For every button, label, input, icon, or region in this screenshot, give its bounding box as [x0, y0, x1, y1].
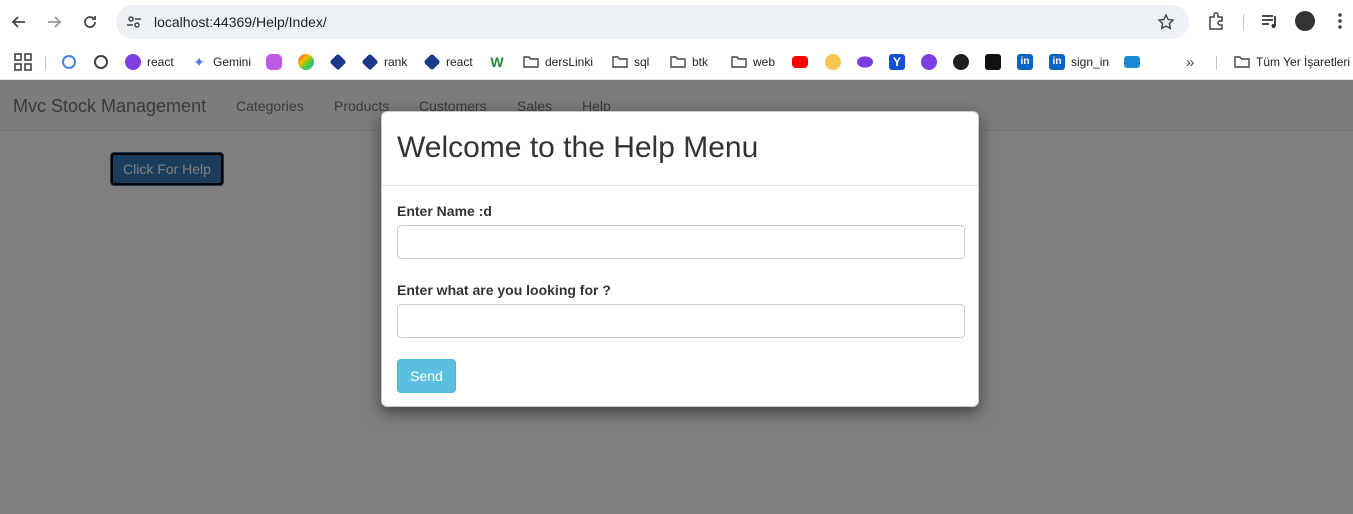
- site-settings-icon[interactable]: [126, 14, 142, 35]
- w-bookmark-icon[interactable]: W: [489, 52, 511, 72]
- bookmark-label: react: [147, 55, 174, 69]
- bookmark-folder-sql[interactable]: sql: [612, 52, 649, 72]
- page-viewport: Mvc Stock Management Categories Products…: [0, 80, 1353, 514]
- help-modal: Welcome to the Help Menu Enter Name :d E…: [381, 111, 979, 407]
- bookmarks-divider: [1216, 56, 1217, 70]
- modal-header: Welcome to the Help Menu: [382, 112, 978, 186]
- video-bookmark-icon[interactable]: [1124, 52, 1146, 72]
- dark-bookmark-icon[interactable]: [985, 52, 1007, 72]
- all-bookmarks-label: Tüm Yer İşaretleri: [1256, 55, 1351, 69]
- google-bookmark-icon[interactable]: [62, 52, 82, 72]
- bookmark-label: dersLinki: [545, 55, 594, 69]
- bookmark-label: web: [753, 55, 776, 69]
- yellow-circle-bookmark-icon[interactable]: [825, 52, 847, 72]
- toolbar-divider: [1243, 14, 1244, 30]
- react-bookmark-icon: [125, 54, 141, 70]
- bookmark-folder-web[interactable]: web: [731, 52, 775, 72]
- bookmark-label: rank: [384, 55, 408, 69]
- planet-bookmark-icon[interactable]: [857, 52, 879, 72]
- address-bar[interactable]: localhost:44369/Help/Index/: [116, 5, 1189, 39]
- reload-icon[interactable]: [78, 10, 102, 34]
- url-text[interactable]: localhost:44369/Help/Index/: [154, 14, 327, 30]
- bookmark-label: btk: [692, 55, 709, 69]
- modal-title: Welcome to the Help Menu: [397, 131, 759, 164]
- bookmark-react-2[interactable]: react: [423, 52, 473, 72]
- name-input[interactable]: [397, 225, 965, 259]
- bookmark-folder-btk[interactable]: btk: [670, 52, 708, 72]
- all-bookmarks-folder[interactable]: Tüm Yer İşaretleri: [1234, 52, 1350, 72]
- folder-icon: [670, 56, 686, 68]
- profile-avatar[interactable]: [1295, 11, 1315, 31]
- bookmark-sign-in[interactable]: in sign_in: [1049, 52, 1109, 72]
- linkedin-bookmark-icon[interactable]: in: [1017, 52, 1039, 72]
- forward-icon[interactable]: [42, 10, 66, 34]
- diamond-bookmark-icon[interactable]: [329, 52, 352, 72]
- folder-icon: [612, 56, 628, 68]
- bookmark-folder-derslinki[interactable]: dersLinki: [523, 52, 593, 72]
- query-label: Enter what are you looking for ?: [397, 282, 611, 298]
- youtube-bookmark-icon[interactable]: [792, 52, 814, 72]
- folder-icon: [523, 56, 539, 68]
- yoast-bookmark-icon[interactable]: Y: [889, 52, 911, 72]
- bookmark-star-icon[interactable]: [1157, 13, 1175, 36]
- purple-bookmark-icon[interactable]: [921, 52, 943, 72]
- bookmark-rank[interactable]: rank: [361, 52, 408, 72]
- github-bookmark-icon[interactable]: [953, 52, 975, 72]
- react-bookmark-icon: [423, 53, 441, 71]
- name-label: Enter Name :d: [397, 203, 492, 219]
- bookmark-label: sign_in: [1071, 55, 1110, 69]
- bookmark-gemini[interactable]: ✦ Gemini: [191, 52, 251, 72]
- apps-grid-icon[interactable]: [14, 52, 32, 72]
- copilot-bookmark-icon[interactable]: [266, 52, 288, 72]
- colorful-bookmark-icon[interactable]: [298, 52, 320, 72]
- menu-kebab-icon[interactable]: [1330, 11, 1350, 36]
- browser-toolbar: localhost:44369/Help/Index/: [0, 0, 1353, 44]
- bookmark-react-1[interactable]: react: [125, 52, 174, 72]
- folder-icon: [1234, 56, 1250, 68]
- rank-bookmark-icon: [361, 53, 379, 71]
- back-icon[interactable]: [7, 10, 31, 34]
- gemini-sparkle-icon: ✦: [191, 54, 207, 70]
- folder-icon: [731, 56, 747, 68]
- bookmark-label: Gemini: [213, 55, 252, 69]
- bookmarks-bar: react ✦ Gemini rank react W dersLinki sql…: [0, 44, 1353, 80]
- media-control-icon[interactable]: [1260, 11, 1280, 36]
- bookmark-label: sql: [634, 55, 650, 69]
- extensions-icon[interactable]: [1206, 11, 1226, 36]
- send-button[interactable]: Send: [397, 359, 456, 393]
- more-bookmarks-chevron-icon[interactable]: »: [1186, 52, 1194, 72]
- query-input[interactable]: [397, 304, 965, 338]
- linkedin-icon: in: [1049, 54, 1065, 70]
- chatgpt-bookmark-icon[interactable]: [94, 52, 114, 72]
- bookmark-label: react: [446, 55, 473, 69]
- bookmarks-divider: [45, 56, 46, 70]
